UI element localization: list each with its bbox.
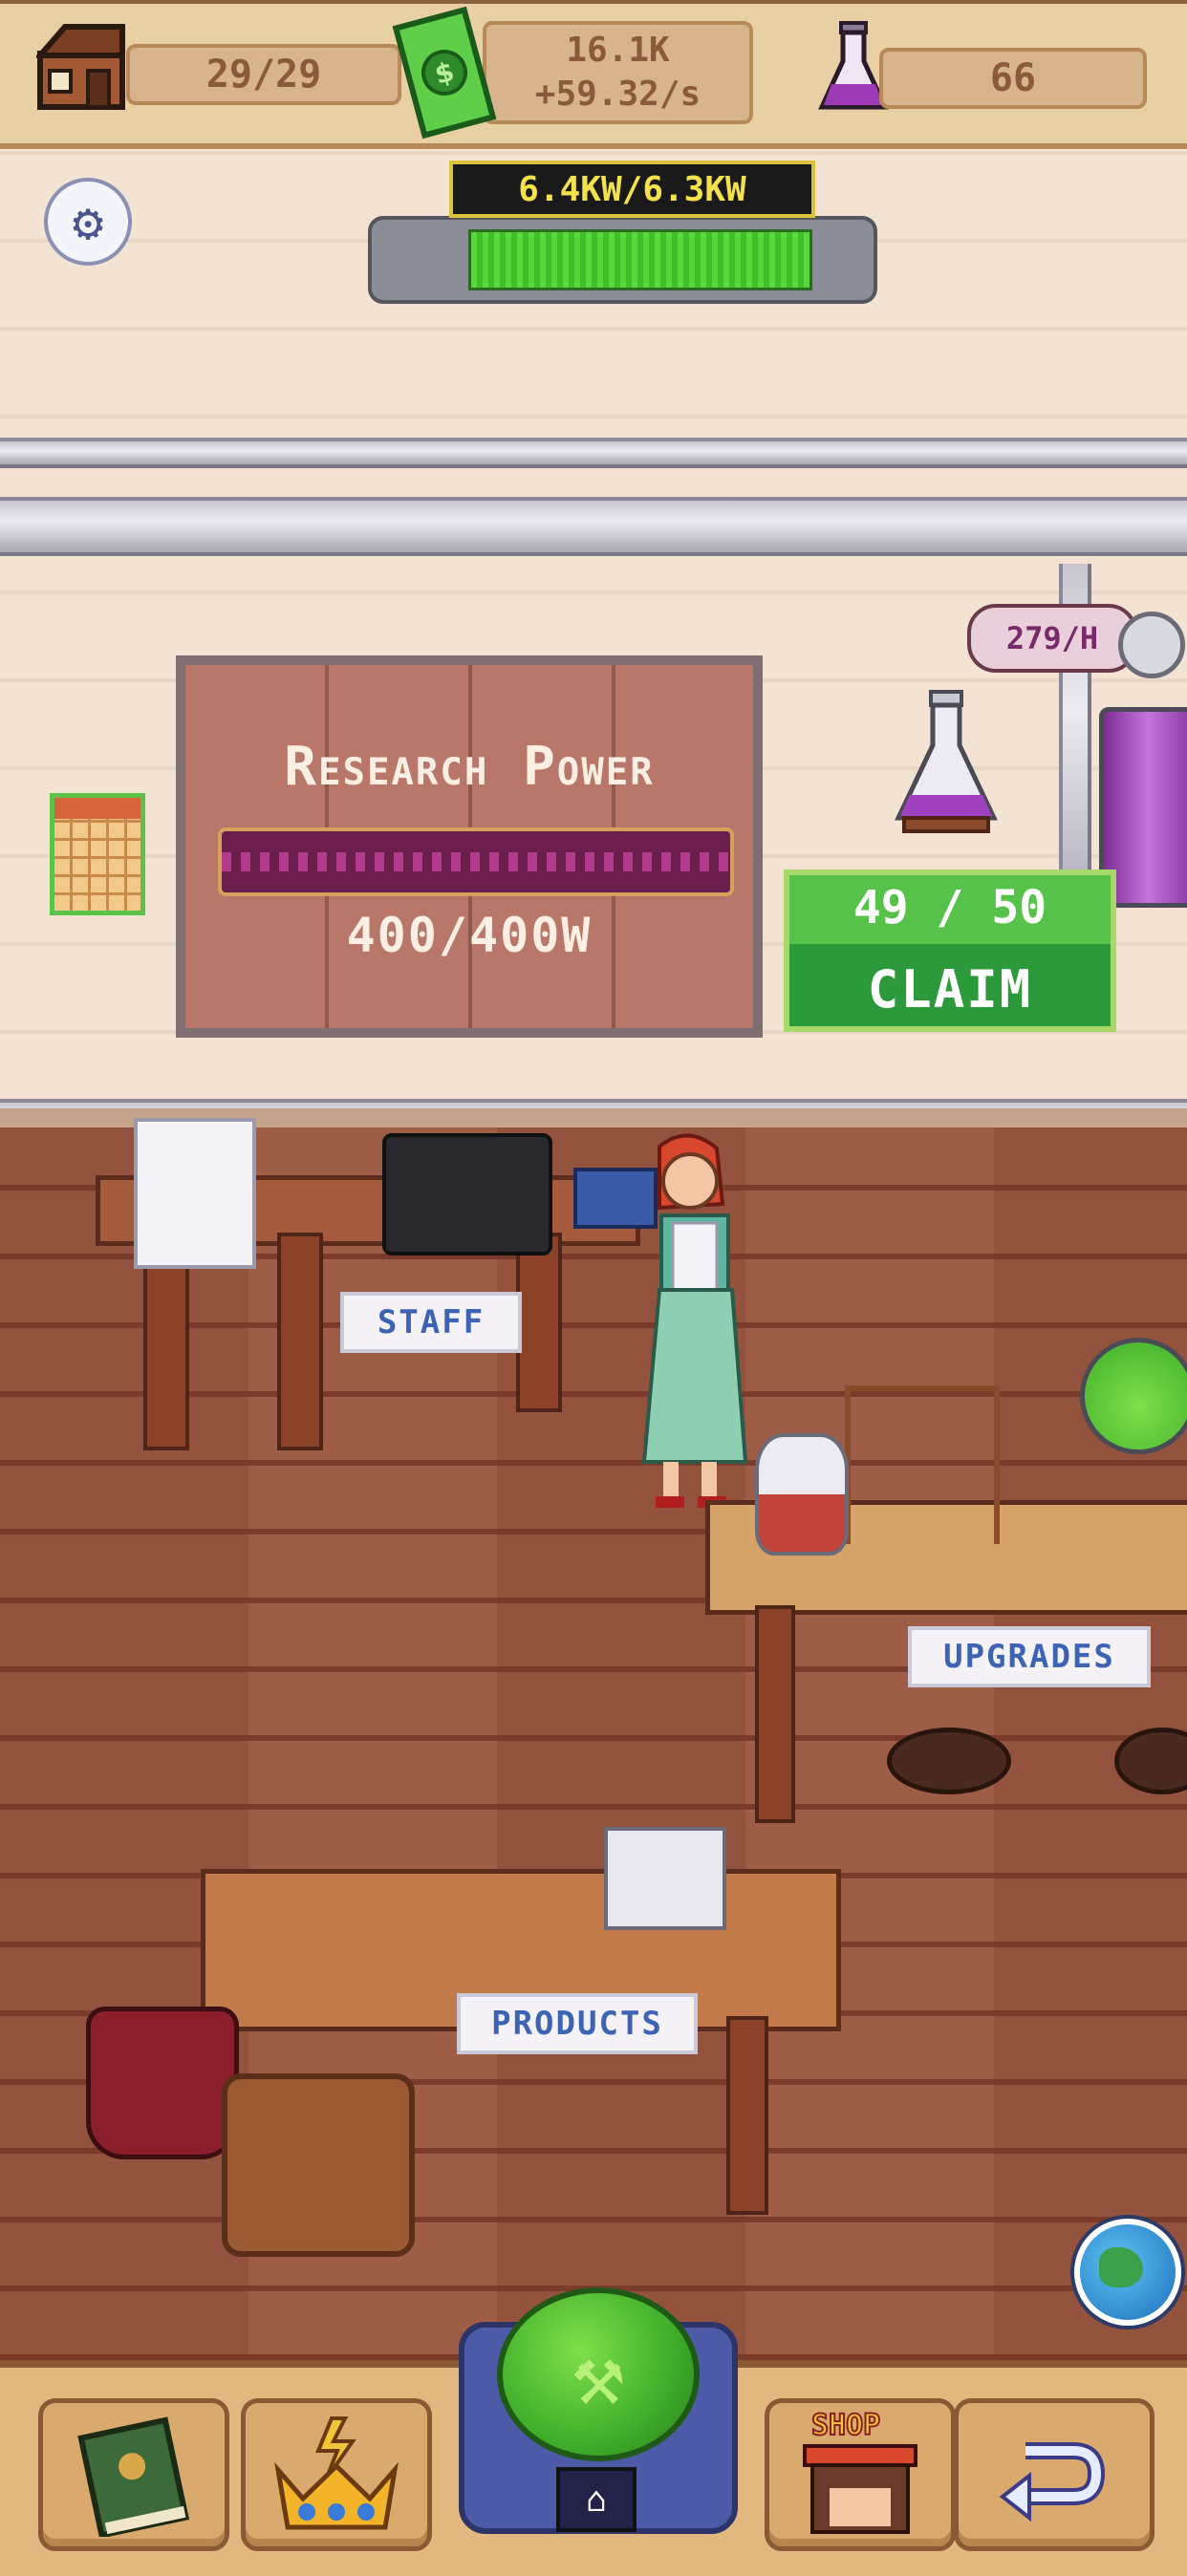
desk-leg bbox=[277, 1233, 323, 1450]
hammer-icon: ⚒ bbox=[572, 2324, 625, 2425]
research-power-bar bbox=[218, 827, 734, 896]
settings-gear-button[interactable]: ⚙ bbox=[44, 178, 132, 266]
gear-icon: ⚙ bbox=[72, 191, 104, 252]
home-icon[interactable]: ⌂ bbox=[556, 2467, 637, 2532]
vacuum-cleaner-icon bbox=[86, 2007, 239, 2159]
green-flask-icon bbox=[1080, 1338, 1187, 1454]
production-rate-tag: 279/H bbox=[967, 604, 1137, 673]
house-icon bbox=[36, 24, 125, 110]
upgrades-sign[interactable]: UPGRADES bbox=[908, 1626, 1151, 1687]
money-total: 16.1K bbox=[566, 31, 670, 70]
buildings-count: 29/29 bbox=[126, 44, 401, 105]
scientist-character[interactable] bbox=[602, 1127, 774, 1529]
table-leg bbox=[755, 1605, 795, 1823]
wall-pipe-large bbox=[0, 497, 1187, 556]
journal-button[interactable] bbox=[38, 2398, 229, 2551]
crown-icon bbox=[274, 2416, 399, 2530]
research-points: 66 bbox=[879, 48, 1147, 109]
staff-sign[interactable]: STAFF bbox=[340, 1292, 522, 1353]
claim-count: 49 / 50 bbox=[852, 881, 1047, 934]
research-power-value: 400/400W bbox=[346, 908, 593, 963]
back-button[interactable] bbox=[954, 2398, 1155, 2551]
claim-label: CLAIM bbox=[867, 959, 1033, 1020]
power-usage-label: 6.4KW/6.3KW bbox=[449, 161, 815, 218]
wall-pipe bbox=[0, 438, 1187, 468]
globe-icon bbox=[1099, 2247, 1143, 2287]
pressure-gauge-icon bbox=[1118, 612, 1185, 678]
products-sign[interactable]: PRODUCTS bbox=[457, 1993, 698, 2054]
globe-button[interactable] bbox=[1074, 2219, 1181, 2326]
stool bbox=[887, 1728, 1011, 1794]
build-button[interactable]: ⚒ bbox=[497, 2287, 700, 2461]
erlenmeyer-flask-icon bbox=[895, 690, 998, 833]
return-arrow-icon bbox=[999, 2442, 1106, 2522]
barrel-icon bbox=[222, 2073, 415, 2257]
power-fill-bar bbox=[468, 229, 812, 290]
test-tube-rack-icon bbox=[845, 1385, 1000, 1544]
book-icon bbox=[77, 2416, 190, 2537]
shop-button[interactable]: SHOP bbox=[765, 2398, 956, 2551]
machine-icon bbox=[604, 1827, 726, 1930]
red-flask-icon bbox=[755, 1433, 849, 1556]
prestige-button[interactable] bbox=[241, 2398, 432, 2551]
typewriter-icon bbox=[382, 1133, 552, 1256]
money-display: 16.1K +59.32/s bbox=[483, 21, 753, 124]
shop-label: SHOP bbox=[810, 2408, 881, 2443]
bench-leg bbox=[726, 2016, 768, 2215]
money-rate: +59.32/s bbox=[534, 75, 701, 114]
desk-leg bbox=[516, 1233, 562, 1412]
calendar-header bbox=[54, 798, 140, 819]
research-power-title: Research Power bbox=[284, 736, 655, 798]
money-bill-icon: $ bbox=[392, 6, 497, 140]
paper-stack bbox=[134, 1118, 256, 1269]
